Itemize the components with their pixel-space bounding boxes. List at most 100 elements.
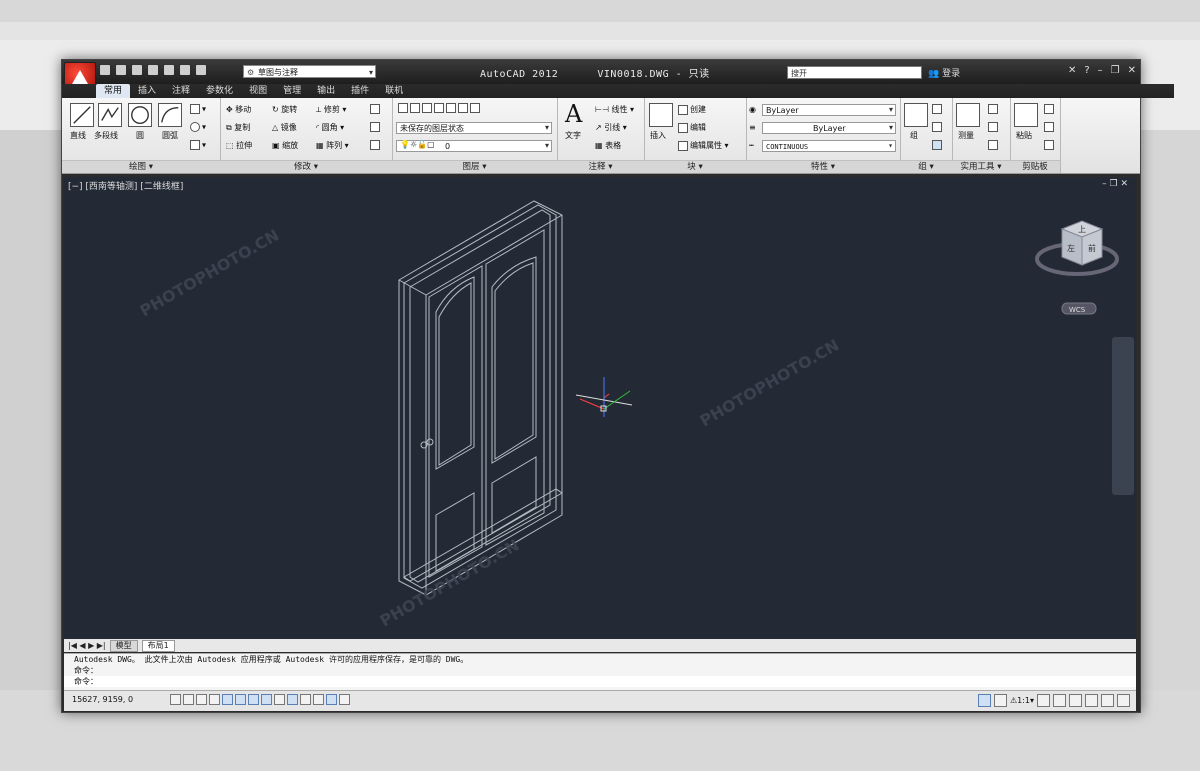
- line-icon[interactable]: [70, 103, 94, 127]
- trim-button[interactable]: ⟂ 修剪 ▾: [316, 104, 346, 115]
- tab-model[interactable]: 模型: [109, 639, 138, 652]
- grid-toggle[interactable]: [196, 694, 207, 705]
- quick-select-icon[interactable]: [988, 104, 1000, 114]
- ime-icon[interactable]: [977, 694, 991, 707]
- utilities-panel-title[interactable]: 实用工具 ▾: [952, 160, 1010, 173]
- linear-dim-button[interactable]: ⊢⊣ 线性 ▾: [595, 104, 634, 115]
- save-icon[interactable]: [132, 65, 142, 75]
- modify-panel-title[interactable]: 修改 ▾: [220, 160, 392, 173]
- calculator-icon[interactable]: [988, 140, 1000, 150]
- search-input[interactable]: 搜开: [787, 66, 922, 79]
- model-space-icon[interactable]: [993, 694, 1007, 707]
- viewcube[interactable]: 上 左 前 WCS: [1035, 220, 1119, 315]
- dyn-toggle[interactable]: [287, 694, 298, 705]
- properties-panel-title[interactable]: 特性 ▾: [746, 160, 900, 173]
- rotate-button[interactable]: ↻ 旋转: [272, 104, 297, 115]
- lock-icon[interactable]: [1069, 694, 1082, 707]
- transparency-toggle[interactable]: [313, 694, 324, 705]
- workspace-select[interactable]: 草图与注释: [243, 65, 376, 79]
- stretch-button[interactable]: ⬚ 拉伸: [226, 140, 252, 151]
- mirror-button[interactable]: △ 镜像: [272, 122, 297, 133]
- layer-unisolate-icon[interactable]: [458, 103, 468, 113]
- table-button[interactable]: ▦ 表格: [595, 140, 621, 151]
- layers-panel-title[interactable]: 图层 ▾: [392, 160, 557, 173]
- lineweight-toggle[interactable]: [300, 694, 311, 705]
- tab-layout1[interactable]: 布局1: [141, 639, 175, 652]
- circle-icon[interactable]: [128, 103, 152, 127]
- exchange-icon[interactable]: ✕: [1068, 65, 1076, 76]
- group-select-icon[interactable]: [932, 140, 944, 150]
- workspace-switch-icon[interactable]: [1053, 694, 1066, 707]
- command-input[interactable]: 命令：: [64, 676, 1136, 687]
- create-block-button[interactable]: 创建: [678, 104, 706, 115]
- new-icon[interactable]: [100, 65, 110, 75]
- undo-icon[interactable]: [180, 65, 190, 75]
- infer-constraints-toggle[interactable]: [170, 694, 181, 705]
- measure-icon[interactable]: [956, 103, 980, 127]
- plot-icon[interactable]: [164, 65, 174, 75]
- open-icon[interactable]: [116, 65, 126, 75]
- copy-clip-icon[interactable]: [1044, 122, 1056, 132]
- offset-icon[interactable]: [370, 140, 382, 150]
- 3d-osnap-toggle[interactable]: [248, 694, 259, 705]
- block-panel-title[interactable]: 块 ▾: [644, 160, 746, 173]
- paste-icon[interactable]: [1014, 103, 1038, 127]
- layer-state-icon[interactable]: [410, 103, 420, 113]
- insert-block-icon[interactable]: [649, 103, 673, 127]
- snap-toggle[interactable]: [183, 694, 194, 705]
- explode-icon[interactable]: [370, 122, 382, 132]
- color-select[interactable]: ByLayer: [762, 104, 896, 116]
- erase-icon[interactable]: [370, 104, 382, 114]
- ellipse-icon[interactable]: ▾: [190, 122, 206, 132]
- osnap-toggle[interactable]: [235, 694, 246, 705]
- quick-properties-toggle[interactable]: [326, 694, 337, 705]
- ortho-toggle[interactable]: [209, 694, 220, 705]
- fillet-button[interactable]: ◜ 圆角 ▾: [316, 122, 344, 133]
- command-window[interactable]: Autodesk DWG。 此文件上次由 Autodesk 应用程序或 Auto…: [64, 653, 1136, 690]
- polyline-icon[interactable]: [98, 103, 122, 127]
- layout-nav-arrows[interactable]: |◀ ◀ ▶ ▶|: [68, 641, 106, 650]
- navigation-bar[interactable]: [1112, 337, 1134, 495]
- move-button[interactable]: ✥ 移动: [226, 104, 251, 115]
- tab-annotate[interactable]: 注释: [164, 84, 198, 98]
- tab-insert[interactable]: 插入: [130, 84, 164, 98]
- cut-icon[interactable]: [1044, 104, 1056, 114]
- edit-attributes-button[interactable]: 编辑属性 ▾: [678, 140, 729, 151]
- text-icon[interactable]: A: [565, 100, 582, 128]
- tab-view[interactable]: 视图: [241, 84, 275, 98]
- redo-icon[interactable]: [196, 65, 206, 75]
- match-properties-icon[interactable]: [1044, 140, 1056, 150]
- layer-freeze-icon[interactable]: [470, 103, 480, 113]
- select-all-icon[interactable]: [988, 122, 1000, 132]
- isolate-objects-icon[interactable]: [1085, 694, 1098, 707]
- tab-parametric[interactable]: 参数化: [198, 84, 241, 98]
- ungroup-icon[interactable]: [932, 104, 944, 114]
- selection-cycling-toggle[interactable]: [339, 694, 350, 705]
- leader-button[interactable]: ↗ 引线 ▾: [595, 122, 627, 133]
- group-icon[interactable]: [904, 103, 928, 127]
- hardware-acceleration-icon[interactable]: [1101, 694, 1114, 707]
- group-panel-title[interactable]: 组 ▾: [900, 160, 952, 173]
- arc-icon[interactable]: [158, 103, 182, 127]
- drawing-viewport[interactable]: [−] [西南等轴测] [二维线框] – ❐ ✕ 上 左 前 WCS PHOTO…: [64, 177, 1136, 639]
- array-button[interactable]: ▦ 阵列 ▾: [316, 140, 349, 151]
- polar-toggle[interactable]: [222, 694, 233, 705]
- tab-plugins[interactable]: 插件: [343, 84, 377, 98]
- wcs-label[interactable]: WCS: [1069, 306, 1086, 314]
- layer-previous-icon[interactable]: [434, 103, 444, 113]
- annotation-visibility-icon[interactable]: [1037, 694, 1050, 707]
- clipboard-panel-title[interactable]: 剪贴板: [1010, 160, 1060, 173]
- edit-block-button[interactable]: 编辑: [678, 122, 706, 133]
- drawing-canvas[interactable]: 上 左 前 WCS PHOTOPHOTO.CN PHOTOPHOTO.CN PH…: [64, 177, 1136, 639]
- close-icon[interactable]: ✕: [1128, 65, 1136, 76]
- layer-isolate-icon[interactable]: [446, 103, 456, 113]
- layer-properties-icon[interactable]: [398, 103, 408, 113]
- tab-output[interactable]: 输出: [309, 84, 343, 98]
- login-button[interactable]: 👥 登录: [928, 66, 960, 79]
- coordinates-readout[interactable]: 15627, 9159, 0: [72, 695, 133, 704]
- group-edit-icon[interactable]: [932, 122, 944, 132]
- save-as-icon[interactable]: [148, 65, 158, 75]
- copy-button[interactable]: ⧉ 复制: [226, 122, 250, 133]
- hatch-icon[interactable]: ▾: [190, 140, 206, 150]
- tab-online[interactable]: 联机: [377, 84, 411, 98]
